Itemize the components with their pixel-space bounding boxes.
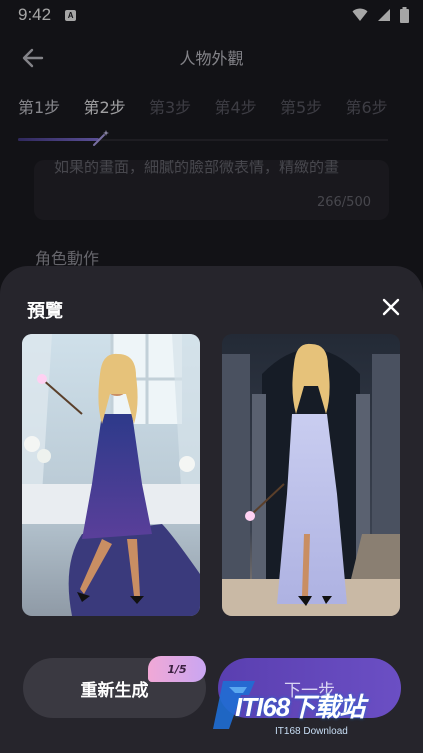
watermark: ITI68下载站 IT168 Download [205,673,417,743]
preview-image-1[interactable] [22,334,200,616]
preview-image-2-art [222,334,400,616]
preview-image-1-art [22,334,200,616]
regenerate-count-badge: 1/5 [148,656,206,682]
watermark-subtext: IT168 Download [275,726,348,737]
close-icon[interactable] [381,297,401,317]
sheet-title: 預覽 [27,301,63,322]
preview-image-2[interactable] [222,334,400,616]
watermark-logo-text: ITI68下载站 [235,692,365,722]
